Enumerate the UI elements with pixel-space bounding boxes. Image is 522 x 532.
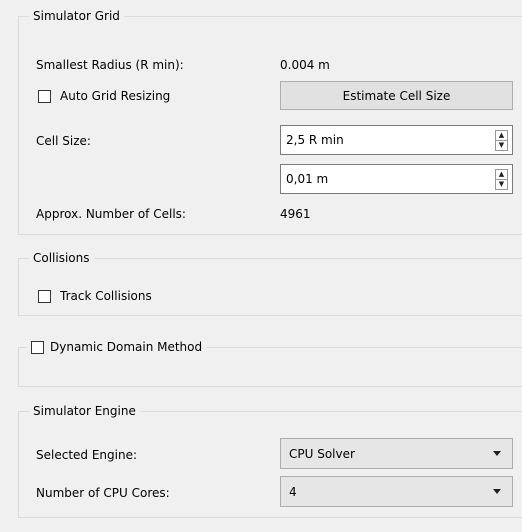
cell-size-rmin-stepper[interactable]: ▲ ▼ (495, 130, 508, 151)
cell-size-m-stepper[interactable]: ▲ ▼ (495, 169, 508, 190)
selected-engine-value: CPU Solver (289, 447, 355, 461)
track-collisions-checkbox[interactable]: Track Collisions (38, 289, 152, 303)
chevron-down-icon (493, 489, 501, 494)
cpu-cores-label: Number of CPU Cores: (36, 486, 170, 500)
simulator-engine-title: Simulator Engine (29, 404, 140, 419)
track-collisions-box[interactable] (38, 289, 51, 303)
collisions-group: Collisions Track Collisions (18, 251, 522, 316)
cpu-cores-select[interactable]: 4 (280, 476, 513, 507)
dynamic-domain-group: Dynamic Domain Method (18, 340, 522, 387)
dynamic-domain-label: Dynamic Domain Method (50, 340, 203, 354)
selected-engine-select[interactable]: CPU Solver (280, 438, 513, 469)
spin-up-icon[interactable]: ▲ (496, 170, 507, 179)
smallest-radius-value: 0.004 m (280, 58, 330, 72)
dynamic-domain-checkbox[interactable]: Dynamic Domain Method (27, 340, 207, 355)
cpu-cores-value: 4 (289, 485, 297, 499)
collisions-title: Collisions (29, 251, 94, 266)
simulator-engine-group: Simulator Engine Selected Engine: CPU So… (18, 404, 522, 518)
auto-grid-resizing-checkbox[interactable]: Auto Grid Resizing (38, 89, 170, 103)
approx-cells-label: Approx. Number of Cells: (36, 207, 186, 221)
smallest-radius-label: Smallest Radius (R min): (36, 58, 184, 72)
estimate-cell-size-button[interactable]: Estimate Cell Size (280, 81, 513, 110)
cell-size-rmin-spinbox[interactable]: 2,5 R min ▲ ▼ (280, 125, 513, 155)
auto-grid-resizing-box[interactable] (38, 89, 51, 103)
spin-down-icon[interactable]: ▼ (496, 179, 507, 189)
estimate-cell-size-label: Estimate Cell Size (342, 88, 451, 103)
spin-up-icon[interactable]: ▲ (496, 131, 507, 140)
auto-grid-resizing-label: Auto Grid Resizing (60, 89, 171, 103)
cell-size-m-spinbox[interactable]: 0,01 m ▲ ▼ (280, 164, 513, 194)
simulator-grid-title: Simulator Grid (29, 9, 124, 24)
cell-size-m-value: 0,01 m (286, 172, 329, 186)
cell-size-label: Cell Size: (36, 134, 91, 148)
track-collisions-label: Track Collisions (60, 289, 152, 303)
approx-cells-value: 4961 (280, 207, 311, 221)
chevron-down-icon (493, 451, 501, 456)
cell-size-rmin-value: 2,5 R min (286, 133, 344, 147)
selected-engine-label: Selected Engine: (36, 448, 138, 462)
simulator-grid-group: Simulator Grid Smallest Radius (R min): … (18, 9, 522, 235)
spin-down-icon[interactable]: ▼ (496, 140, 507, 150)
dynamic-domain-box[interactable] (31, 341, 44, 354)
